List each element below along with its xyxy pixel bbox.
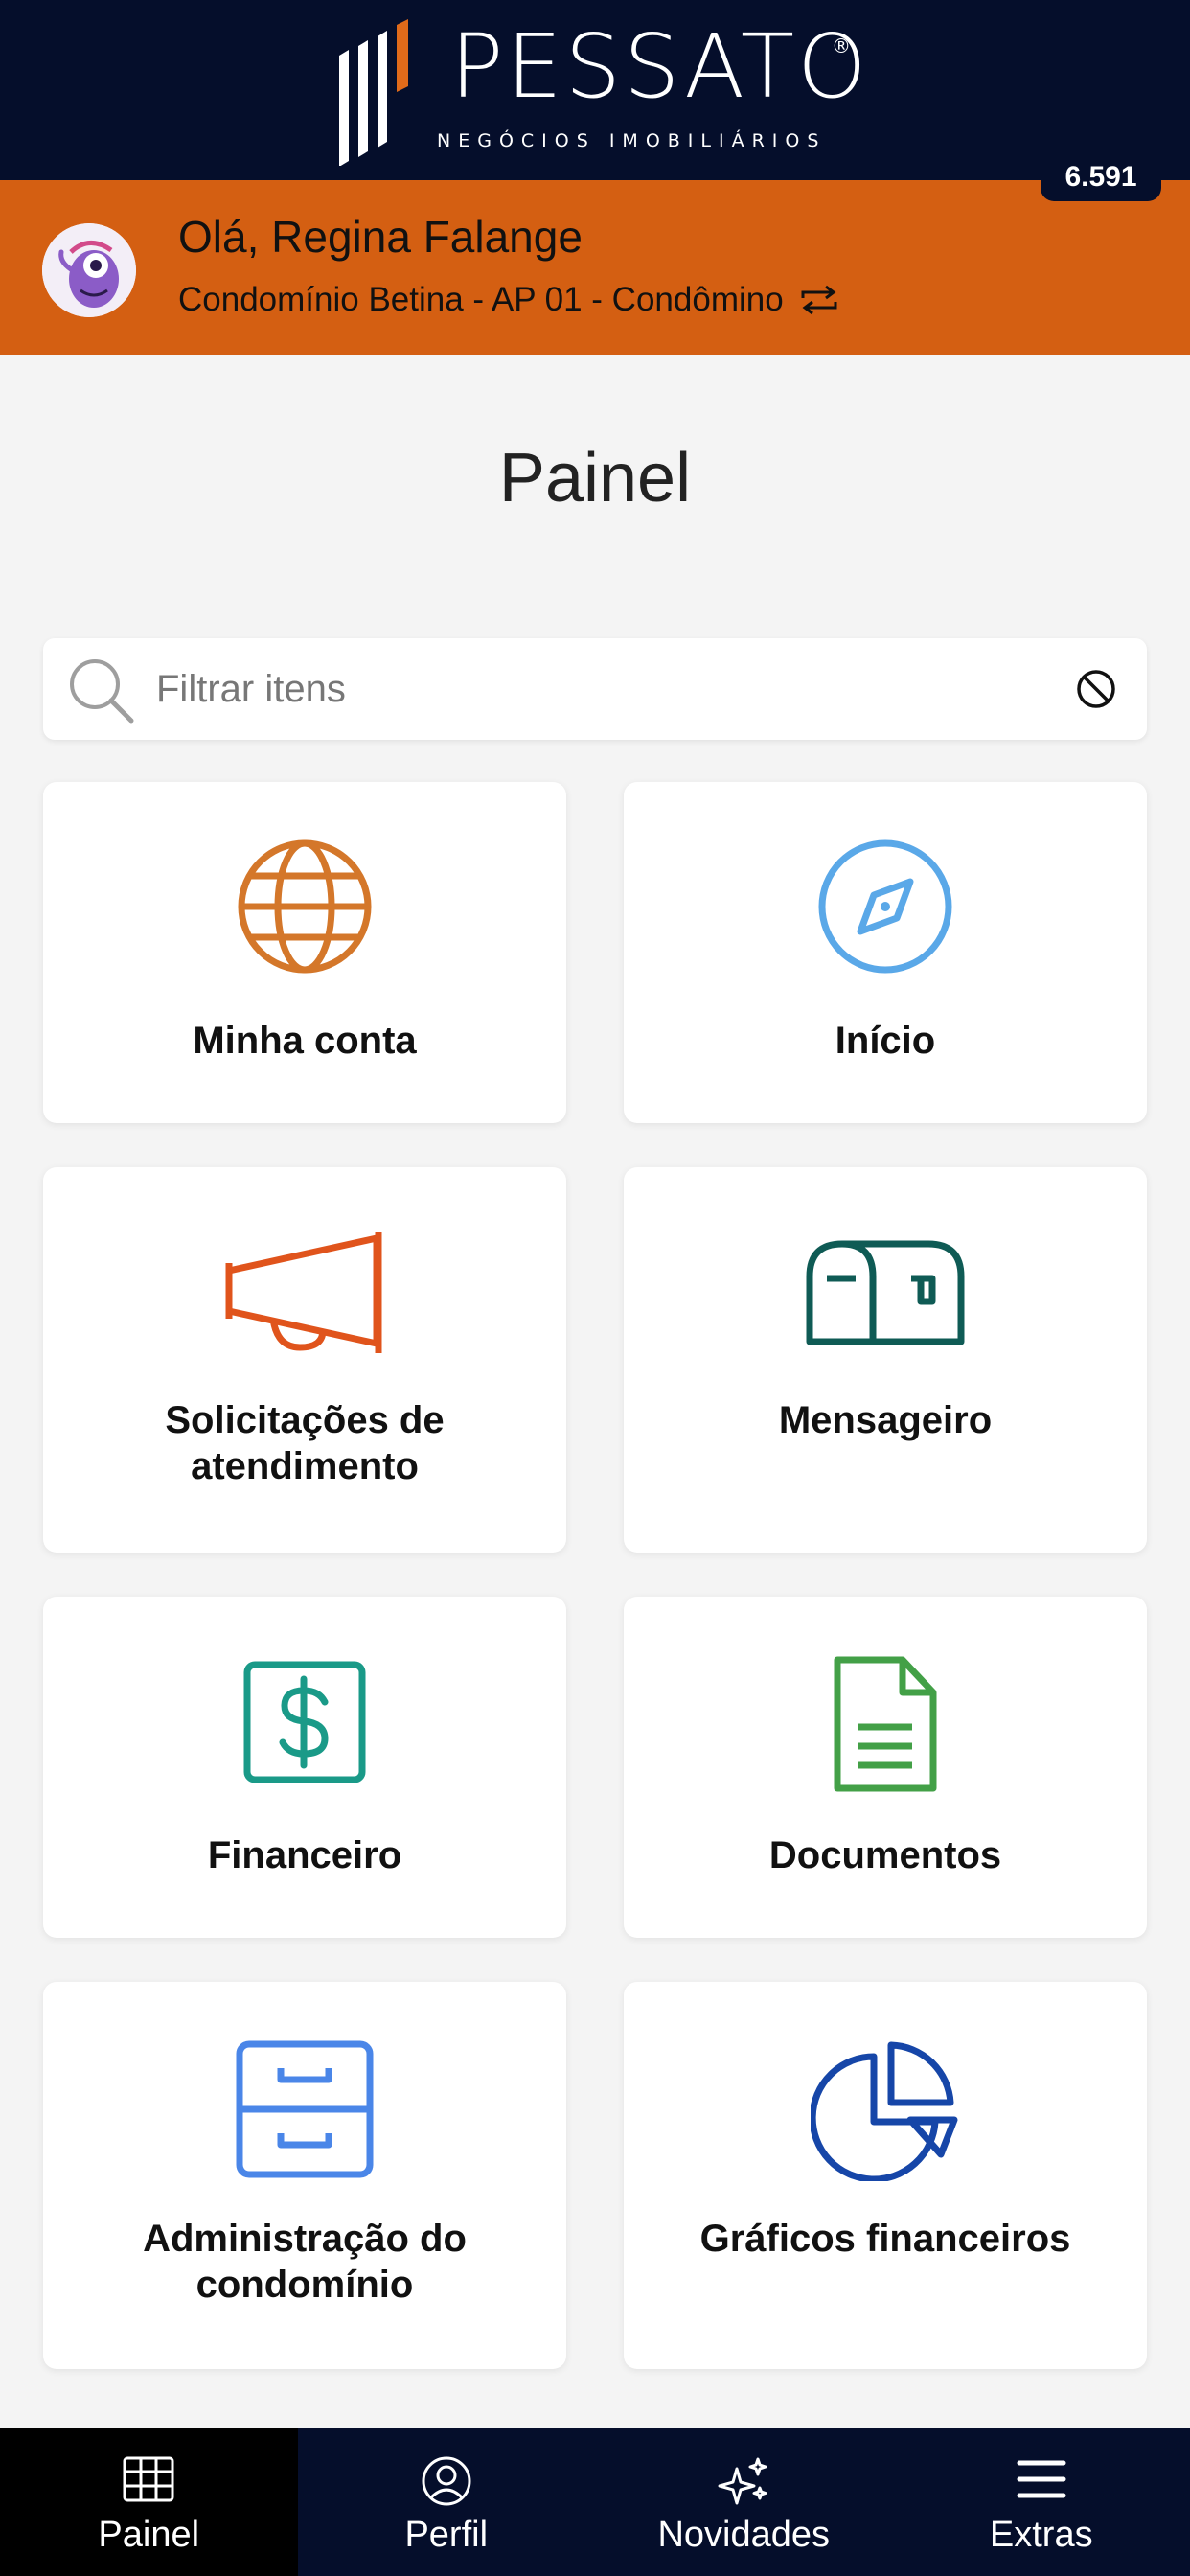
pie-chart-icon	[811, 2041, 958, 2181]
dollar-icon	[243, 1661, 366, 1783]
search-box	[43, 638, 1147, 740]
card-label: Administração do condomínio	[143, 2218, 467, 2306]
bottom-nav: Painel Perfil Novidades Extras	[0, 2428, 1190, 2576]
card-graficos[interactable]: Gráficos financeiros	[624, 1982, 1147, 2369]
nav-label: Extras	[989, 2515, 1093, 2555]
megaphone-icon	[225, 1232, 382, 1353]
registered-mark: ®	[832, 34, 851, 58]
cabinet-icon	[236, 2040, 374, 2178]
unit-label: Condomínio Betina - AP 01 - Condômino	[178, 281, 784, 318]
card-label: Financeiro	[207, 1834, 402, 1876]
brand-header: PESSATO ® NEGÓCIOS IMOBILIÁRIOS	[0, 0, 1190, 180]
nav-painel[interactable]: Painel	[0, 2428, 298, 2576]
nav-extras[interactable]: Extras	[893, 2428, 1190, 2576]
card-minha-conta[interactable]: Minha conta	[43, 782, 566, 1123]
search-icon	[70, 659, 134, 724]
card-label: Início	[835, 1020, 936, 1062]
user-circle-icon	[422, 2456, 471, 2506]
logo-wordmark: PESSATO	[450, 15, 870, 118]
clear-filter-icon[interactable]	[1074, 667, 1118, 711]
nav-label: Painel	[98, 2515, 200, 2555]
card-solicitacoes[interactable]: Solicitações de atendimento	[43, 1167, 566, 1552]
menu-icon	[1017, 2460, 1066, 2498]
switch-unit-icon[interactable]	[797, 283, 841, 317]
document-icon	[834, 1656, 937, 1792]
mailbox-icon	[806, 1240, 965, 1346]
globe-icon	[238, 840, 372, 974]
grid-icon	[123, 2456, 174, 2502]
logo-tagline: NEGÓCIOS IMOBILIÁRIOS	[437, 130, 827, 151]
card-administracao[interactable]: Administração do condomínio	[43, 1982, 566, 2369]
card-inicio[interactable]: Início	[624, 782, 1147, 1123]
card-mensageiro[interactable]: Mensageiro	[624, 1167, 1147, 1552]
card-label: Minha conta	[193, 1020, 417, 1062]
nav-label: Perfil	[404, 2515, 489, 2555]
card-documentos[interactable]: Documentos	[624, 1597, 1147, 1938]
compass-icon	[818, 840, 952, 974]
card-label: Gráficos financeiros	[699, 2218, 1071, 2260]
sparkle-icon	[718, 2457, 767, 2505]
avatar[interactable]	[42, 223, 136, 317]
unit-selector[interactable]: Condomínio Betina - AP 01 - Condômino	[178, 280, 841, 320]
points-counter-badge: 6.591	[1041, 153, 1161, 201]
nav-label: Novidades	[657, 2515, 831, 2555]
card-financeiro[interactable]: Financeiro	[43, 1597, 566, 1938]
page-title: Painel	[498, 440, 692, 517]
card-label: Solicitações de atendimento	[165, 1399, 445, 1487]
card-label: Mensageiro	[778, 1399, 993, 1441]
avatar-monster-icon	[42, 223, 136, 317]
logo-mark-icon	[339, 19, 408, 166]
search-input[interactable]	[156, 657, 1018, 721]
pessato-logo: PESSATO ® NEGÓCIOS IMOBILIÁRIOS	[335, 17, 872, 171]
nav-perfil[interactable]: Perfil	[298, 2428, 596, 2576]
user-greeting: Olá, Regina Falange	[178, 212, 583, 262]
card-label: Documentos	[768, 1834, 1002, 1876]
user-bar: Olá, Regina Falange Condomínio Betina - …	[0, 180, 1190, 355]
nav-novidades[interactable]: Novidades	[595, 2428, 893, 2576]
